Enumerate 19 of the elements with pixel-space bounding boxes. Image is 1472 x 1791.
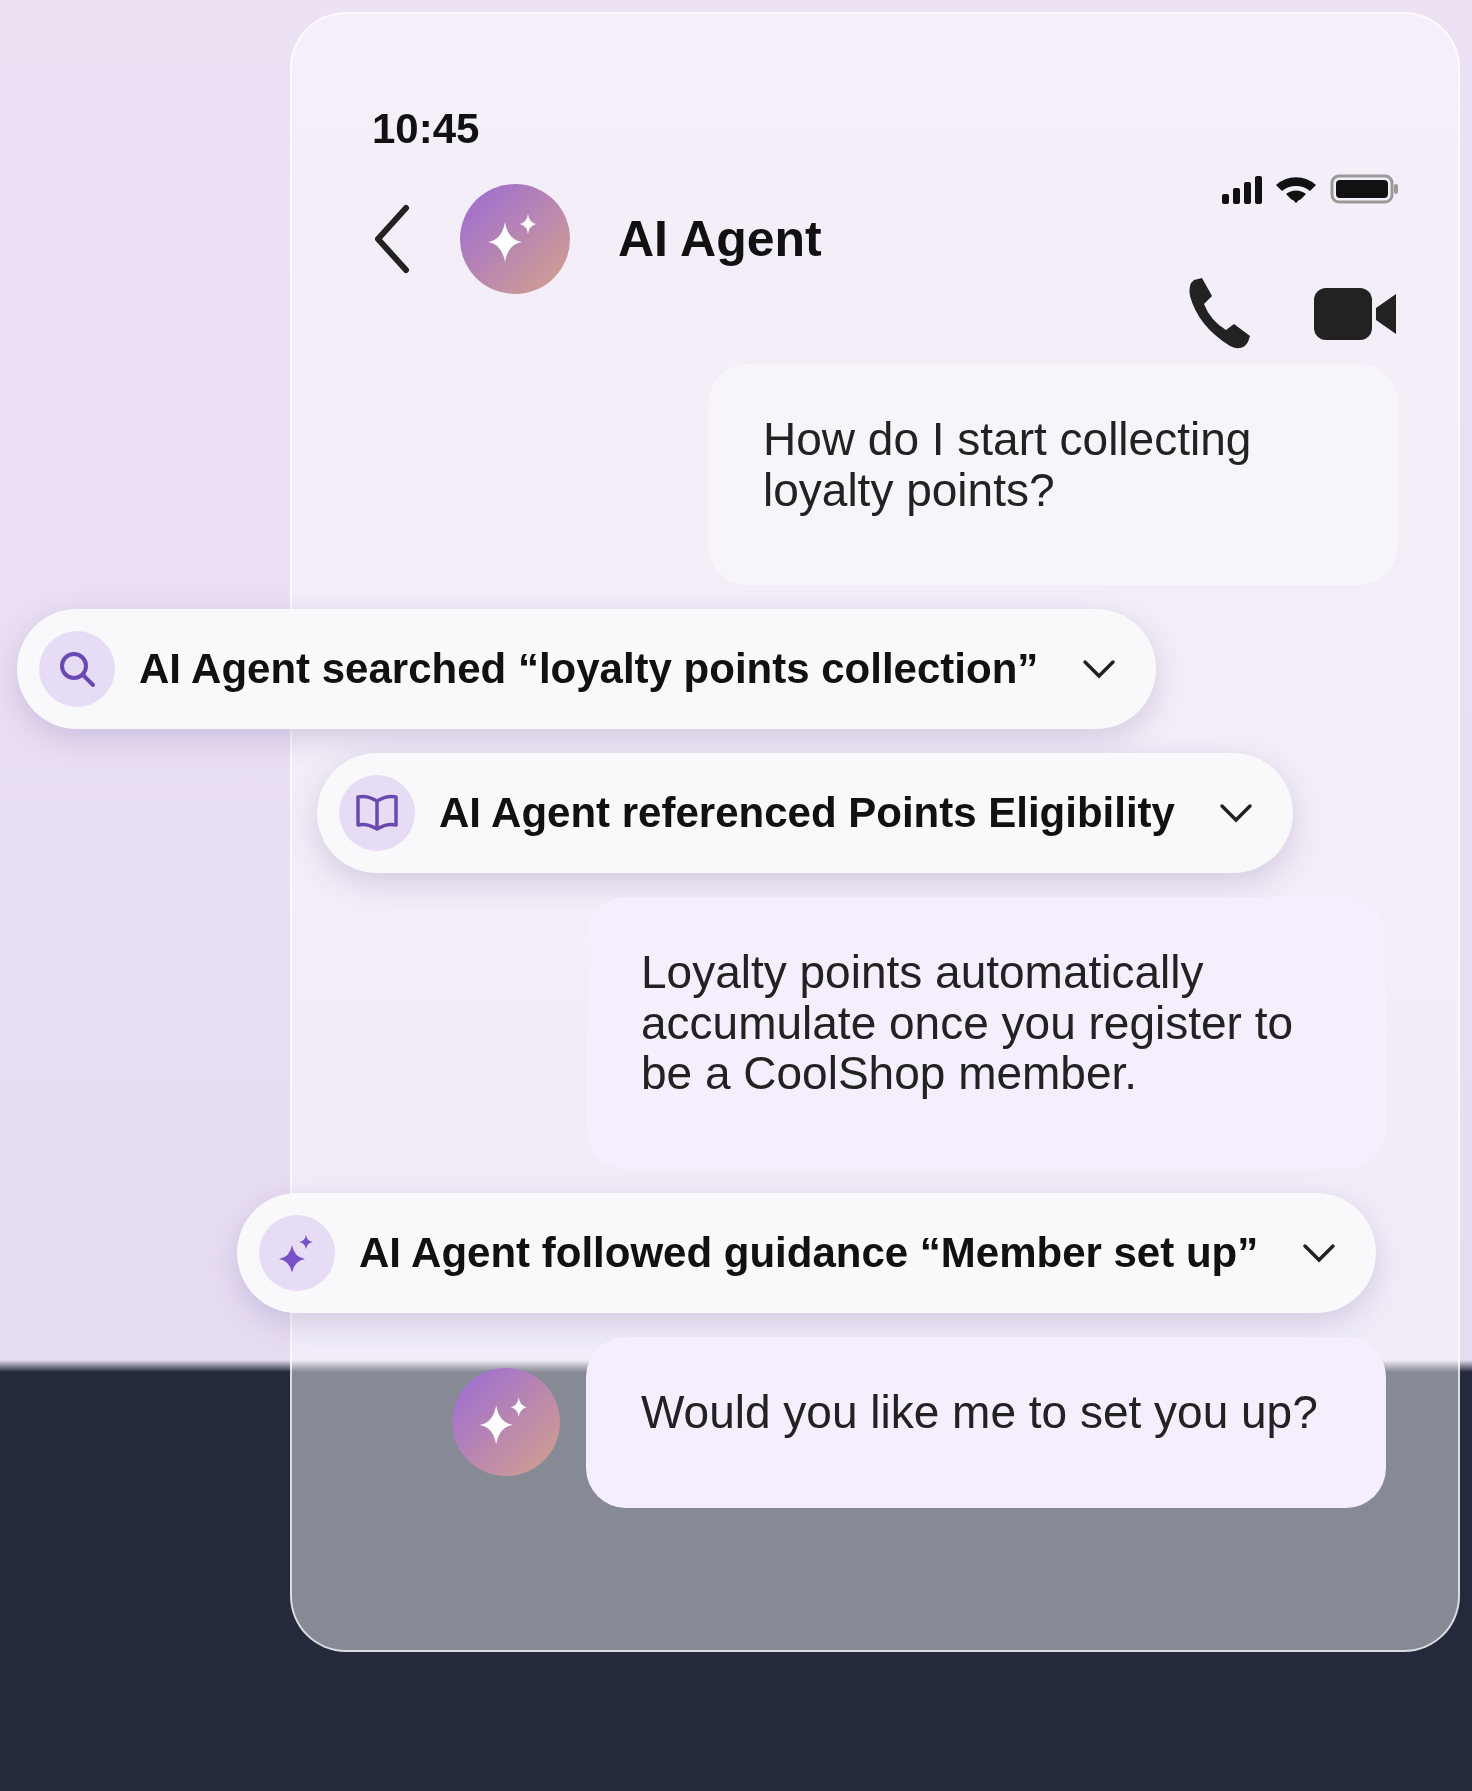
battery-icon (1330, 174, 1398, 204)
back-icon[interactable] (372, 204, 412, 274)
sparkle-avatar-icon (452, 1368, 560, 1477)
agent-message: Loyalty points automatically accumulate once you register to be a CoolShop member. (586, 897, 1386, 1169)
sparkle-avatar-icon (460, 184, 570, 294)
agent-message: Would you like me to set you up? (586, 1336, 1386, 1508)
wifi-icon (1276, 177, 1316, 204)
chat-title: AI Agent (618, 210, 823, 268)
chevron-down-icon (1082, 659, 1117, 680)
book-icon (355, 793, 399, 834)
status-time: 10:45 (372, 105, 480, 153)
activity-pill[interactable]: AI Agent referenced Points Eligibility (317, 753, 1293, 874)
chevron-down-icon (1218, 803, 1253, 824)
activity-pill[interactable]: AI Agent followed guidance “Member set up” (237, 1192, 1377, 1313)
search-icon (57, 649, 97, 690)
activity-pill[interactable]: AI Agent searched “loyalty points collection” (17, 609, 1157, 730)
signal-icon (1222, 176, 1262, 204)
chevron-down-icon (1302, 1242, 1337, 1263)
user-message: How do I start collecting loyalty points? (708, 364, 1398, 586)
